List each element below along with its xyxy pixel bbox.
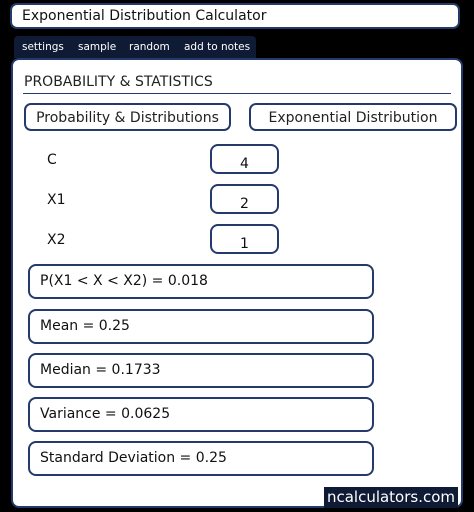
section-title: PROBABILITY & STATISTICS — [24, 74, 213, 90]
result-standard-deviation: Standard Deviation = 0.25 — [28, 441, 374, 476]
input-x2[interactable]: 1 — [210, 224, 279, 254]
label-x2: X2 — [47, 232, 66, 248]
calculator-panel: PROBABILITY & STATISTICS Probability & D… — [11, 58, 463, 508]
brand-logo[interactable]: ncalculators.com — [324, 487, 458, 508]
result-variance: Variance = 0.0625 — [28, 397, 374, 432]
breadcrumb-exponential-distribution[interactable]: Exponential Distribution — [249, 103, 457, 131]
section-divider — [23, 93, 451, 94]
result-median: Median = 0.1733 — [28, 353, 374, 388]
app-title: Exponential Distribution Calculator — [10, 3, 460, 29]
label-x1: X1 — [47, 192, 66, 208]
menu-item-add-to-notes[interactable]: add to notes — [184, 36, 250, 58]
result-mean: Mean = 0.25 — [28, 309, 374, 344]
input-x1[interactable]: 2 — [210, 184, 279, 214]
menu-item-random[interactable]: random — [129, 36, 170, 58]
input-c[interactable]: 4 — [210, 144, 279, 174]
breadcrumb-probability-distributions[interactable]: Probability & Distributions — [24, 103, 231, 131]
menu-bar: settings sample random add to notes — [14, 36, 256, 58]
label-c: C — [47, 152, 57, 168]
result-probability: P(X1 < X < X2) = 0.018 — [28, 264, 374, 299]
menu-item-settings[interactable]: settings — [22, 36, 64, 58]
menu-item-sample[interactable]: sample — [78, 36, 116, 58]
